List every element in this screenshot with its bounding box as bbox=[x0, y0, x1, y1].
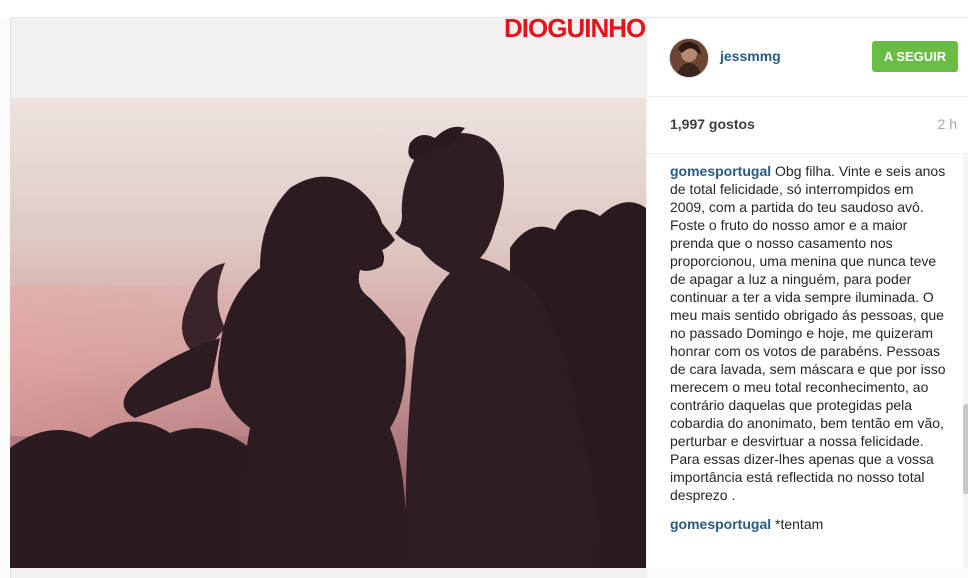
comment-item: gomesportugal Obg filha. Vinte e seis an… bbox=[670, 162, 946, 504]
likes-row: 1,997 gostos 2 h bbox=[647, 97, 968, 154]
comment-author[interactable]: gomesportugal bbox=[670, 516, 771, 532]
comments-list: gomesportugal Obg filha. Vinte e seis an… bbox=[670, 162, 946, 544]
likes-count[interactable]: 1,997 gostos bbox=[670, 116, 755, 132]
post-photo[interactable] bbox=[10, 98, 646, 568]
comment-text: Obg filha. Vinte e seis anos de total fe… bbox=[670, 163, 946, 503]
follow-button[interactable]: A SEGUIR bbox=[872, 41, 958, 72]
comment-item: gomesportugal *tentam bbox=[670, 515, 946, 533]
username-link[interactable]: jessmmg bbox=[720, 48, 781, 64]
scrollbar-thumb[interactable] bbox=[963, 404, 968, 494]
comment-text: *tentam bbox=[775, 516, 824, 532]
comments-scrollbar[interactable] bbox=[963, 154, 968, 568]
top-strip bbox=[0, 0, 968, 18]
avatar[interactable] bbox=[669, 38, 709, 78]
post-time: 2 h bbox=[937, 116, 957, 132]
post-header: jessmmg A SEGUIR bbox=[647, 18, 968, 97]
comment-author[interactable]: gomesportugal bbox=[670, 163, 771, 179]
post-sidebar: jessmmg A SEGUIR 1,997 gostos 2 h gomesp… bbox=[646, 18, 968, 568]
